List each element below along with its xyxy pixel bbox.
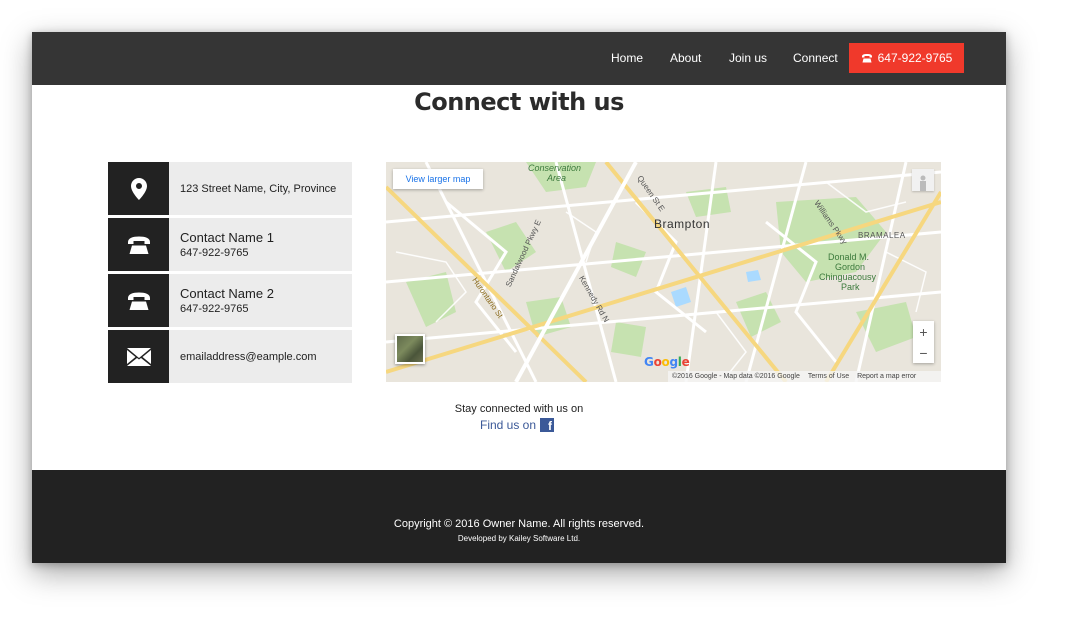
envelope-icon [126, 347, 151, 366]
map-label-park-4: Park [841, 282, 860, 292]
find-us-label: Find us on [480, 418, 537, 432]
contact-1-name: Contact Name 1 [180, 230, 274, 245]
contact-email-row: emailaddress@eample.com [108, 330, 352, 383]
map-label-bramalea: BRAMALEA [858, 231, 906, 240]
zoom-out-button[interactable]: − [913, 342, 934, 363]
contact-2-name: Contact Name 2 [180, 286, 274, 301]
developer-credit: Developed by Kailey Software Ltd. [457, 534, 581, 543]
phone-icon [127, 236, 150, 254]
stay-connected-text: Stay connected with us on [454, 403, 584, 415]
map-attribution: ©2016 Google - Map data ©2016 Google [672, 373, 800, 380]
browser-page: Home About Join us Connect 647-922-9765 … [32, 32, 1006, 563]
map-report-link[interactable]: Report a map error [857, 373, 916, 380]
contact-1-phone[interactable]: 647-922-9765 [180, 247, 352, 259]
nav-connect[interactable]: Connect [793, 51, 838, 65]
map-label-conservation: Conservation [528, 163, 582, 173]
nav-join-us[interactable]: Join us [729, 51, 767, 65]
nav-home[interactable]: Home [611, 51, 643, 65]
footer: Copyright © 2016 Owner Name. All rights … [32, 470, 1006, 563]
contact-2-row: Contact Name 2 647-922-9765 [108, 274, 352, 327]
navbar: Home About Join us Connect 647-922-9765 [32, 32, 1006, 85]
zoom-in-button[interactable]: + [913, 321, 934, 342]
phone-icon [861, 54, 872, 63]
page-title: Connect with us [414, 88, 624, 116]
phone-button[interactable]: 647-922-9765 [849, 43, 964, 73]
copyright-text: Copyright © 2016 Owner Name. All rights … [393, 518, 645, 530]
google-logo: Google [644, 355, 690, 369]
contact-2-phone[interactable]: 647-922-9765 [180, 303, 352, 315]
contact-1-row: Contact Name 1 647-922-9765 [108, 218, 352, 271]
map-label-park-3: Chinguacousy [819, 272, 877, 282]
zoom-control: + − [913, 321, 934, 363]
map-attribution-bar: ©2016 Google - Map data ©2016 Google Ter… [668, 371, 941, 382]
address-text: 123 Street Name, City, Province [180, 182, 337, 195]
map-label-park-2: Gordon [835, 262, 866, 272]
facebook-find-us-link[interactable]: Find us on f [480, 418, 555, 432]
satellite-toggle-thumbnail[interactable] [395, 334, 425, 364]
map-label-area: Area [547, 173, 567, 183]
view-larger-map-button[interactable]: View larger map [393, 169, 483, 189]
street-view-pegman-icon[interactable] [912, 169, 934, 191]
location-pin-icon [130, 177, 147, 200]
map-label-park-1: Donald M. [828, 252, 870, 262]
map-city-label: Brampton [654, 217, 711, 231]
phone-icon [127, 292, 150, 310]
contact-address-row: 123 Street Name, City, Province [108, 162, 352, 215]
email-link[interactable]: emailaddress@eample.com [180, 351, 352, 363]
google-map[interactable]: View larger map Conservation Area Brampt… [386, 162, 941, 382]
map-terms-link[interactable]: Terms of Use [808, 373, 849, 380]
nav-about[interactable]: About [670, 51, 701, 65]
facebook-icon: f [540, 418, 555, 432]
phone-button-label: 647-922-9765 [877, 51, 953, 65]
